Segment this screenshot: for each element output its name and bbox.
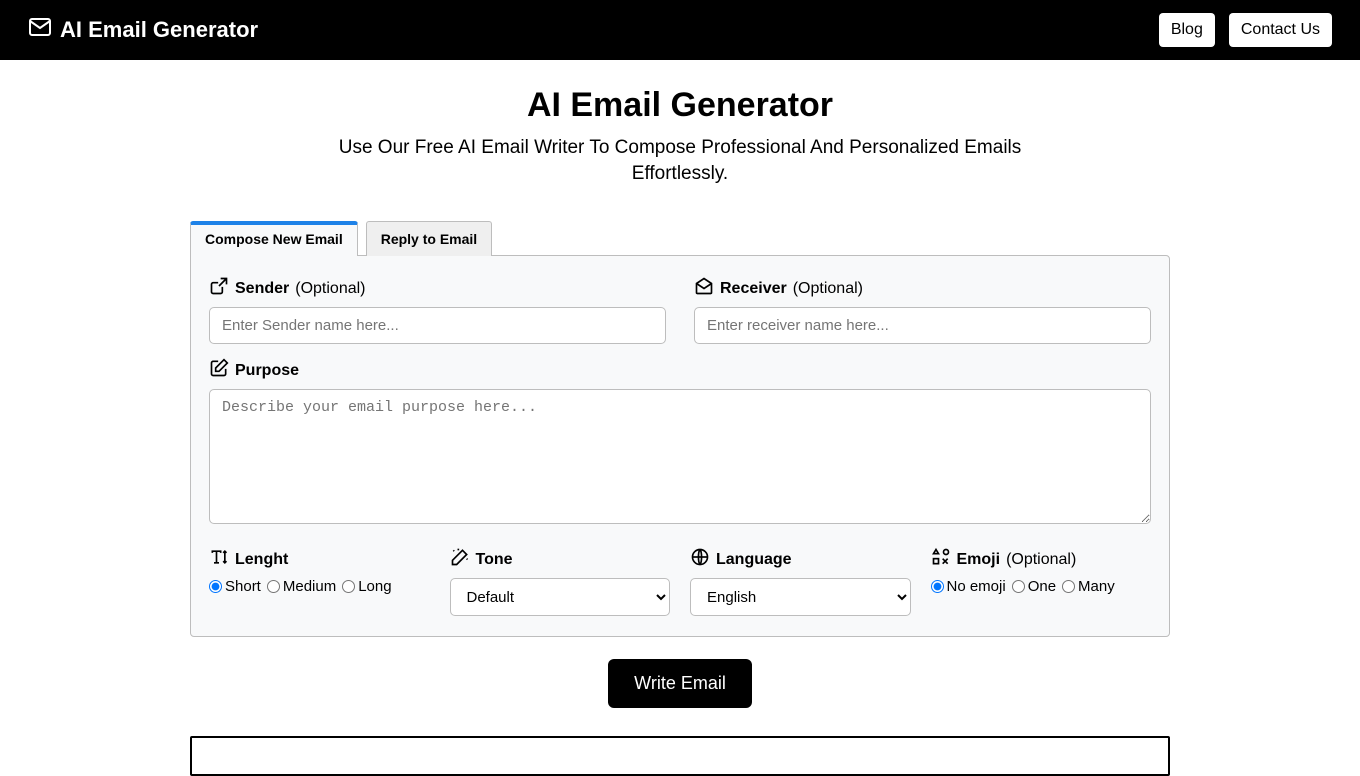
language-label: Language bbox=[690, 547, 911, 572]
output-box bbox=[190, 736, 1170, 776]
emoji-one[interactable]: One bbox=[1012, 578, 1056, 595]
page-subtitle: Use Our Free AI Email Writer To Compose … bbox=[330, 135, 1030, 186]
contact-link[interactable]: Contact Us bbox=[1229, 13, 1332, 47]
sender-label: Sender (Optional) bbox=[209, 276, 666, 301]
length-label: Lenght bbox=[209, 547, 430, 572]
length-medium[interactable]: Medium bbox=[267, 578, 336, 595]
receiver-input[interactable] bbox=[694, 307, 1151, 344]
receiver-label: Receiver (Optional) bbox=[694, 276, 1151, 301]
edit-icon bbox=[209, 358, 229, 383]
write-email-button[interactable]: Write Email bbox=[608, 659, 752, 708]
page-title: AI Email Generator bbox=[190, 86, 1170, 125]
globe-icon bbox=[690, 547, 710, 572]
purpose-label: Purpose bbox=[209, 358, 1151, 383]
tone-select[interactable]: Default bbox=[450, 578, 671, 616]
purpose-textarea[interactable] bbox=[209, 389, 1151, 524]
emoji-none[interactable]: No emoji bbox=[931, 578, 1006, 595]
emoji-radios: No emoji One Many bbox=[931, 578, 1152, 595]
envelope-icon bbox=[28, 15, 52, 45]
length-long[interactable]: Long bbox=[342, 578, 391, 595]
blog-link[interactable]: Blog bbox=[1159, 13, 1215, 47]
language-select[interactable]: English bbox=[690, 578, 911, 616]
envelope-open-icon bbox=[694, 276, 714, 301]
form-panel: Sender (Optional) Receiver (Optional) bbox=[190, 255, 1170, 637]
length-short[interactable]: Short bbox=[209, 578, 261, 595]
nav-links: Blog Contact Us bbox=[1159, 13, 1332, 47]
sender-input[interactable] bbox=[209, 307, 666, 344]
share-icon bbox=[209, 276, 229, 301]
tone-label: Tone bbox=[450, 547, 671, 572]
icons-icon bbox=[931, 547, 951, 572]
app-header: AI Email Generator Blog Contact Us bbox=[0, 0, 1360, 60]
emoji-many[interactable]: Many bbox=[1062, 578, 1115, 595]
text-height-icon bbox=[209, 547, 229, 572]
tab-reply[interactable]: Reply to Email bbox=[366, 221, 492, 256]
wand-icon bbox=[450, 547, 470, 572]
brand-title: AI Email Generator bbox=[60, 17, 258, 43]
tab-compose[interactable]: Compose New Email bbox=[190, 221, 358, 256]
tabs: Compose New Email Reply to Email bbox=[190, 220, 1170, 255]
emoji-label: Emoji (Optional) bbox=[931, 547, 1152, 572]
length-radios: Short Medium Long bbox=[209, 578, 430, 595]
brand: AI Email Generator bbox=[28, 15, 258, 45]
